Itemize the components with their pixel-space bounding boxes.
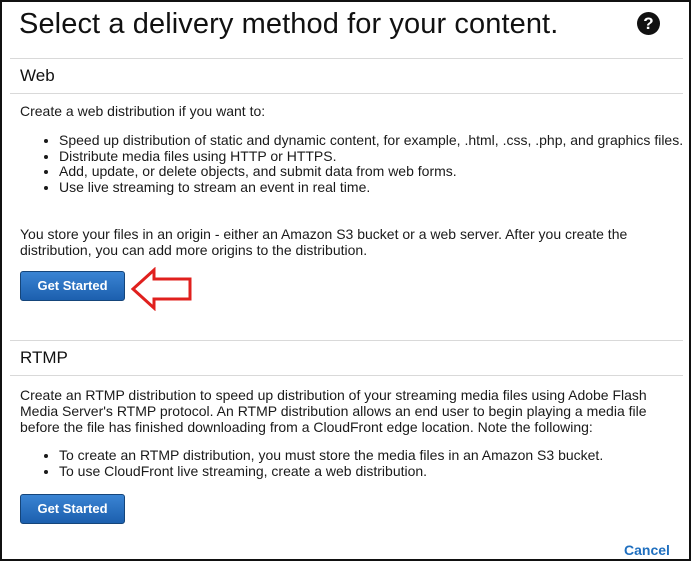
rtmp-get-started-button[interactable]: Get Started: [20, 494, 125, 524]
list-item: To use CloudFront live streaming, create…: [59, 463, 689, 480]
rtmp-intro: Create an RTMP distribution to speed up …: [20, 387, 647, 435]
web-origin-text: You store your files in an origin - eith…: [20, 226, 628, 258]
dialog-title: Select a delivery method for your conten…: [19, 8, 559, 40]
rtmp-section-header: RTMP: [10, 340, 683, 376]
rtmp-section-heading: RTMP: [20, 348, 68, 367]
rtmp-section: RTMP: [10, 340, 683, 376]
red-arrow-left-icon: [130, 267, 192, 311]
list-item: Use live streaming to stream an event in…: [59, 179, 689, 196]
cancel-link[interactable]: Cancel: [624, 542, 670, 558]
web-section-heading: Web: [20, 66, 55, 85]
web-section: Web: [10, 58, 683, 94]
web-get-started-button[interactable]: Get Started: [20, 271, 125, 301]
list-item: Speed up distribution of static and dyna…: [59, 132, 689, 149]
rtmp-bullet-list: To create an RTMP distribution, you must…: [20, 447, 689, 480]
question-circle-icon[interactable]: ?: [637, 12, 660, 35]
web-intro: Create a web distribution if you want to…: [20, 103, 266, 119]
web-bullet-list: Speed up distribution of static and dyna…: [20, 132, 689, 196]
list-item: Distribute media files using HTTP or HTT…: [59, 148, 689, 165]
list-item: To create an RTMP distribution, you must…: [59, 447, 689, 464]
web-section-header: Web: [10, 58, 683, 94]
list-item: Add, update, or delete objects, and subm…: [59, 163, 689, 180]
delivery-method-dialog: Select a delivery method for your conten…: [0, 0, 691, 561]
